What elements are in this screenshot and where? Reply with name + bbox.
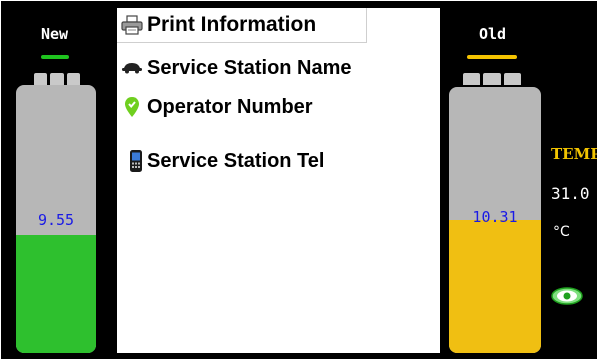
device-screen: New 9.55 Print Information Service Stati… [1, 1, 597, 359]
new-tank-cap [34, 73, 80, 85]
car-icon [117, 62, 147, 74]
old-tank-fill [449, 220, 541, 353]
new-tank-value: 9.55 [37, 211, 75, 229]
print-information-panel: Print Information Service Station Name O… [117, 8, 440, 353]
menu-title: Print Information [117, 11, 316, 39]
eye-icon[interactable] [551, 287, 583, 305]
menu-item-service-station-tel[interactable]: Service Station Tel [117, 146, 324, 176]
old-tank-gauge: 10.31 [449, 87, 541, 353]
old-tank-label: Old [479, 25, 507, 43]
temperature-value: 31.0 [551, 184, 590, 203]
menu-title-text: Print Information [147, 13, 317, 36]
location-pin-icon [117, 96, 147, 118]
old-tank-indicator [467, 55, 517, 59]
menu-item-service-station-name[interactable]: Service Station Name [117, 54, 352, 82]
temperature-unit: °C [553, 224, 570, 240]
menu-item-label: Service Station Tel [147, 149, 325, 172]
old-tank-value: 10.31 [472, 208, 518, 226]
temperature-label: TEMP [551, 145, 597, 163]
new-tank-gauge: 9.55 [16, 85, 96, 353]
new-tank-indicator [41, 55, 69, 59]
new-tank-fill [16, 235, 96, 353]
old-tank-cap [463, 73, 521, 85]
new-tank-label: New [41, 25, 69, 43]
menu-item-label: Service Station Name [147, 56, 352, 79]
menu-item-operator-number[interactable]: Operator Number [117, 92, 313, 122]
printer-icon [117, 15, 147, 35]
menu-item-label: Operator Number [147, 95, 313, 118]
mobile-phone-icon [125, 149, 147, 173]
